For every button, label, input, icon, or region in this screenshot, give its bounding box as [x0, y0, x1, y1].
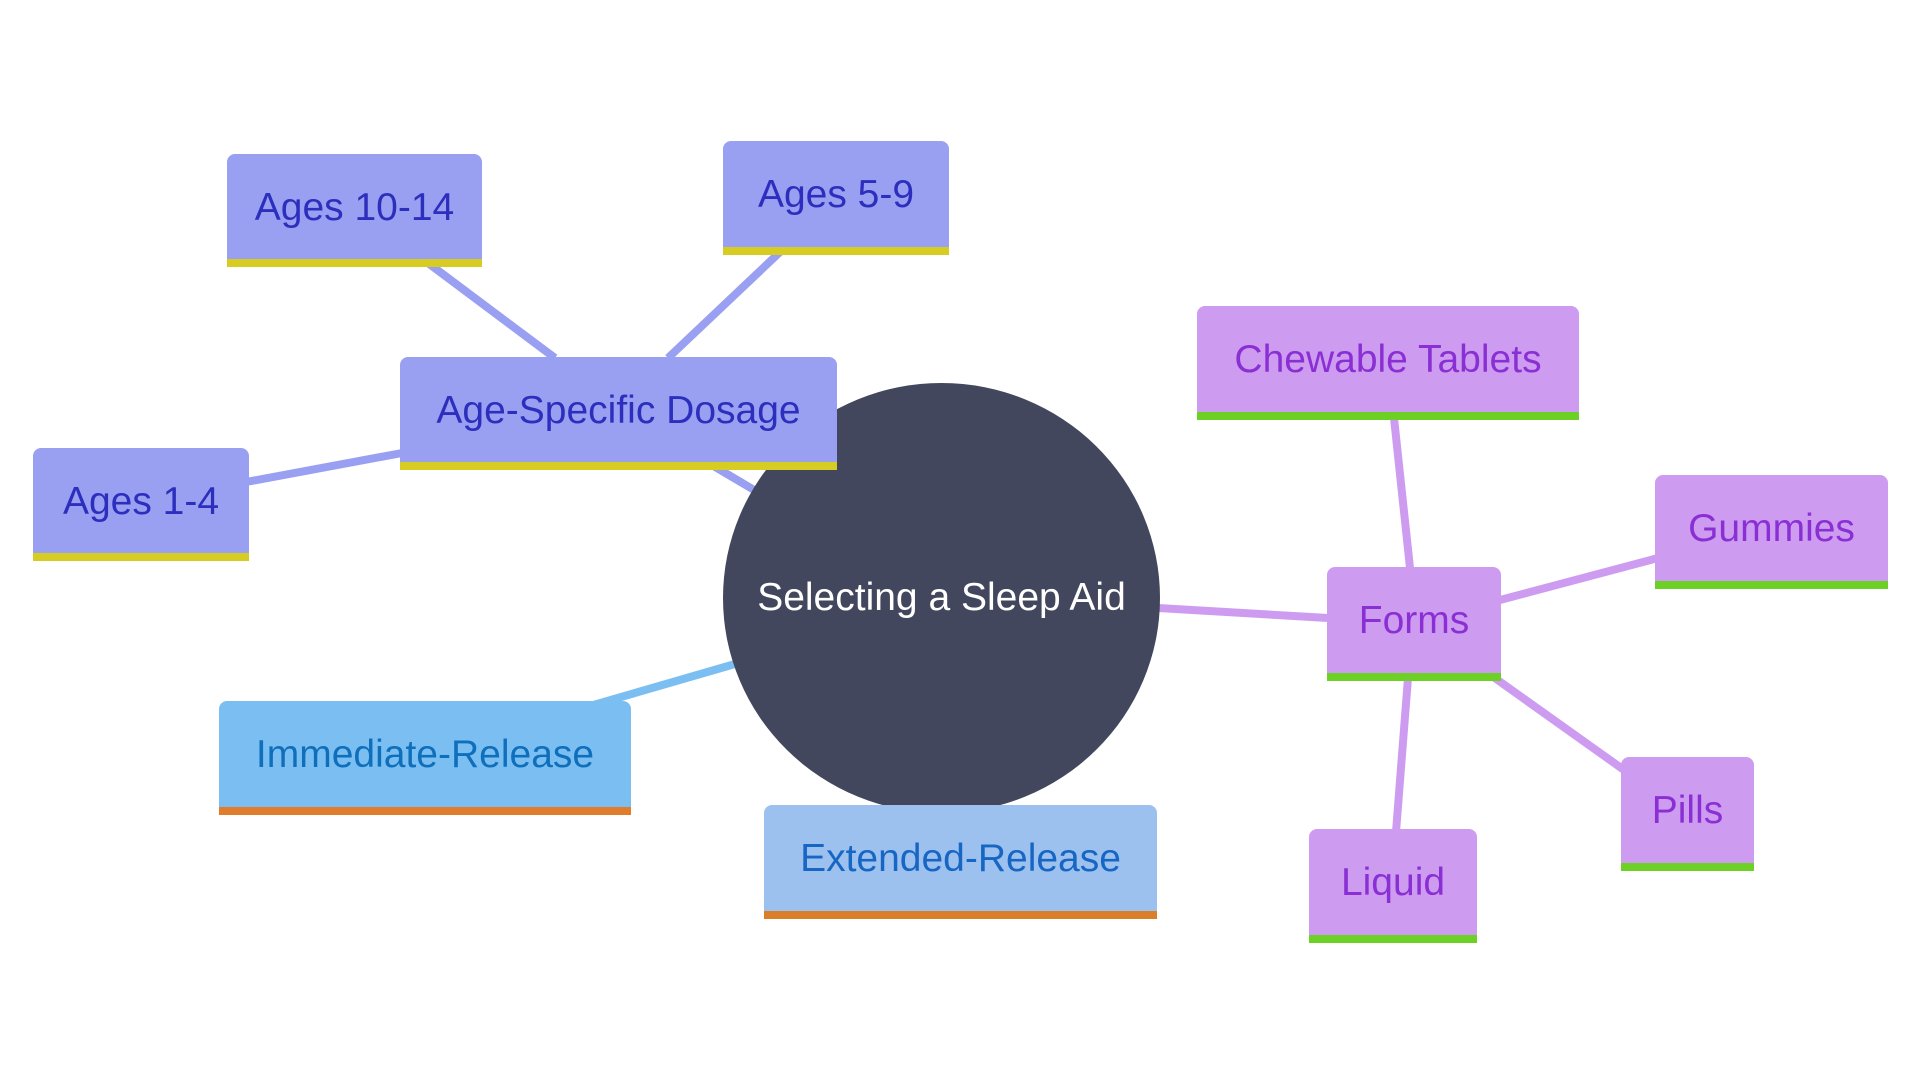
node-accent-bar: [400, 462, 837, 470]
node-ages-1-4[interactable]: Ages 1-4: [33, 448, 249, 561]
node-accent-bar: [33, 553, 249, 561]
node-pills[interactable]: Pills: [1621, 757, 1754, 871]
node-label: Pills: [1651, 789, 1724, 832]
edge-age-5-9: [665, 249, 783, 361]
mindmap-canvas: Selecting a Sleep Aid Age-Specific Dosag…: [0, 0, 1920, 1080]
node-chewable-tablets[interactable]: Chewable Tablets: [1197, 306, 1579, 420]
node-accent-bar: [1309, 935, 1477, 943]
edge-forms-chewable: [1390, 417, 1414, 569]
node-label: Immediate-Release: [255, 733, 595, 776]
node-accent-bar: [764, 911, 1157, 919]
node-accent-bar: [219, 807, 631, 815]
edge-forms-pills: [1489, 672, 1627, 774]
node-accent-bar: [1327, 673, 1501, 681]
node-forms[interactable]: Forms: [1327, 567, 1501, 681]
node-accent-bar: [1197, 412, 1579, 420]
node-label: Chewable Tablets: [1234, 338, 1542, 381]
node-accent-bar: [1655, 581, 1888, 589]
node-liquid[interactable]: Liquid: [1309, 829, 1477, 943]
node-label: Forms: [1358, 599, 1470, 642]
node-ages-10-14[interactable]: Ages 10-14: [227, 154, 482, 267]
node-accent-bar: [723, 247, 949, 255]
node-accent-bar: [1621, 863, 1754, 871]
node-ages-5-9[interactable]: Ages 5-9: [723, 141, 949, 255]
node-label: Ages 5-9: [757, 173, 915, 216]
edge-forms-liquid: [1392, 677, 1412, 833]
node-immediate-release[interactable]: Immediate-Release: [219, 701, 631, 815]
node-gummies[interactable]: Gummies: [1655, 475, 1888, 589]
node-label: Extended-Release: [800, 837, 1121, 880]
node-label: Liquid: [1340, 861, 1446, 904]
node-extended-release[interactable]: Extended-Release: [764, 805, 1157, 919]
edge-root-forms: [1157, 604, 1329, 622]
edge-root-immediate: [588, 660, 737, 710]
node-label: Age-Specific Dosage: [436, 388, 801, 432]
edge-age-1-4: [245, 449, 403, 486]
node-label: Gummies: [1688, 507, 1855, 550]
edge-age-10-14: [425, 259, 558, 362]
edge-forms-gummies: [1498, 554, 1660, 604]
node-label: Ages 10-14: [254, 185, 455, 229]
node-label: Ages 1-4: [62, 479, 220, 523]
root-label: Selecting a Sleep Aid: [757, 576, 1126, 619]
node-accent-bar: [227, 259, 482, 267]
node-age-specific-dosage[interactable]: Age-Specific Dosage: [400, 357, 837, 470]
